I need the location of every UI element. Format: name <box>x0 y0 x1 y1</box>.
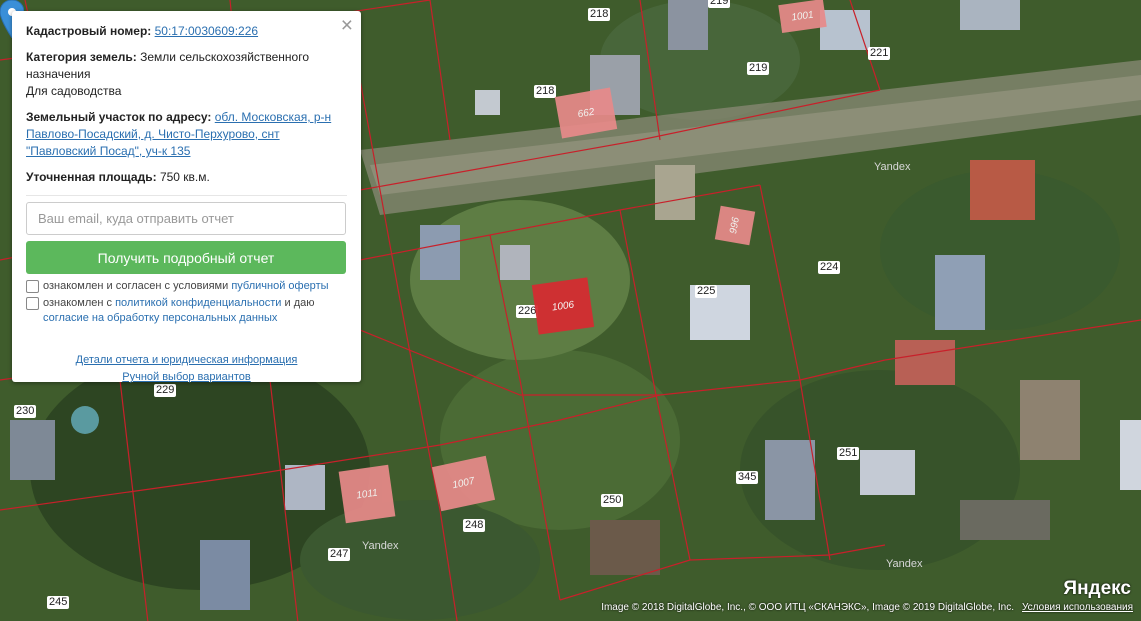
close-icon[interactable]: × <box>341 15 353 37</box>
address-label: Земельный участок по адресу: <box>26 110 212 124</box>
parcel-number-218: 218 <box>534 85 557 98</box>
privacy-consent-mid: и даю <box>284 297 315 309</box>
building-1006-selected[interactable]: 1006 <box>531 277 595 335</box>
privacy-consent-text: ознакомлен с политикой конфиденциальност… <box>43 296 347 326</box>
parcel-number-248: 248 <box>463 519 486 532</box>
offer-consent-checkbox[interactable]: ознакомлен и согласен с условиями публич… <box>26 279 347 294</box>
attribution-text: Image © 2018 DigitalGlobe, Inc., © ООО И… <box>601 602 1014 613</box>
parcel-number-225: 225 <box>695 285 718 298</box>
category-label: Категория земель: <box>26 50 137 64</box>
parcel-number-250: 250 <box>601 494 624 507</box>
get-report-button[interactable]: Получить подробный отчет <box>26 241 346 274</box>
offer-consent-text: ознакомлен и согласен с условиями публич… <box>43 279 329 294</box>
parcel-number-219: 219 <box>747 62 770 75</box>
address-row: Земельный участок по адресу: обл. Москов… <box>26 109 347 160</box>
parcel-number-218-top: 218 <box>588 8 611 21</box>
offer-consent-prefix: ознакомлен и согласен с условиями <box>43 280 229 292</box>
parcel-number-221: 221 <box>868 47 891 60</box>
map-attribution: Image © 2018 DigitalGlobe, Inc., © ООО И… <box>601 602 1133 613</box>
panel-links: Детали отчета и юридическая информация Р… <box>26 352 347 386</box>
email-input[interactable] <box>26 202 346 235</box>
parcel-info-panel: × Кадастровый номер: 50:17:0030609:226 К… <box>12 11 361 383</box>
parcel-number-219-top: 219 <box>708 0 731 8</box>
manual-selection-link[interactable]: Ручной выбор вариантов <box>26 369 347 386</box>
cadastral-number-link[interactable]: 50:17:0030609:226 <box>155 24 258 38</box>
parcel-number-224: 224 <box>818 261 841 274</box>
privacy-consent-prefix: ознакомлен с <box>43 297 113 309</box>
parcel-number-247: 247 <box>328 548 351 561</box>
yandex-logo: Яндекс <box>1063 578 1131 599</box>
parcel-number-230: 230 <box>14 405 37 418</box>
privacy-policy-link[interactable]: политикой конфиденциальности <box>115 297 281 309</box>
building-996[interactable]: 996 <box>714 205 756 246</box>
area-row: Уточненная площадь: 750 кв.м. <box>26 169 347 186</box>
parcel-number-345: 345 <box>736 471 759 484</box>
report-details-link[interactable]: Детали отчета и юридическая информация <box>26 352 347 369</box>
parcel-number-251: 251 <box>837 447 860 460</box>
building-1011[interactable]: 1011 <box>338 464 396 524</box>
checkbox-icon[interactable] <box>26 280 39 293</box>
category-row: Категория земель: Земли сельскохозяйстве… <box>26 49 347 100</box>
checkbox-icon[interactable] <box>26 297 39 310</box>
privacy-consent-checkbox[interactable]: ознакомлен с политикой конфиденциальност… <box>26 296 347 326</box>
divider <box>26 195 347 196</box>
terms-of-use-link[interactable]: Условия использования <box>1022 602 1133 613</box>
yandex-watermark: Yandex <box>362 540 399 552</box>
data-processing-consent-link[interactable]: согласие на обработку персональных данны… <box>43 312 277 324</box>
public-offer-link[interactable]: публичной оферты <box>231 280 328 292</box>
cadastral-row: Кадастровый номер: 50:17:0030609:226 <box>26 23 347 40</box>
cadastral-label: Кадастровый номер: <box>26 24 152 38</box>
area-value: 750 кв.м. <box>159 170 210 184</box>
usage-value: Для садоводства <box>26 84 122 98</box>
area-label: Уточненная площадь: <box>26 170 157 184</box>
yandex-watermark: Yandex <box>874 161 911 173</box>
yandex-watermark: Yandex <box>886 558 923 570</box>
parcel-number-245: 245 <box>47 596 70 609</box>
